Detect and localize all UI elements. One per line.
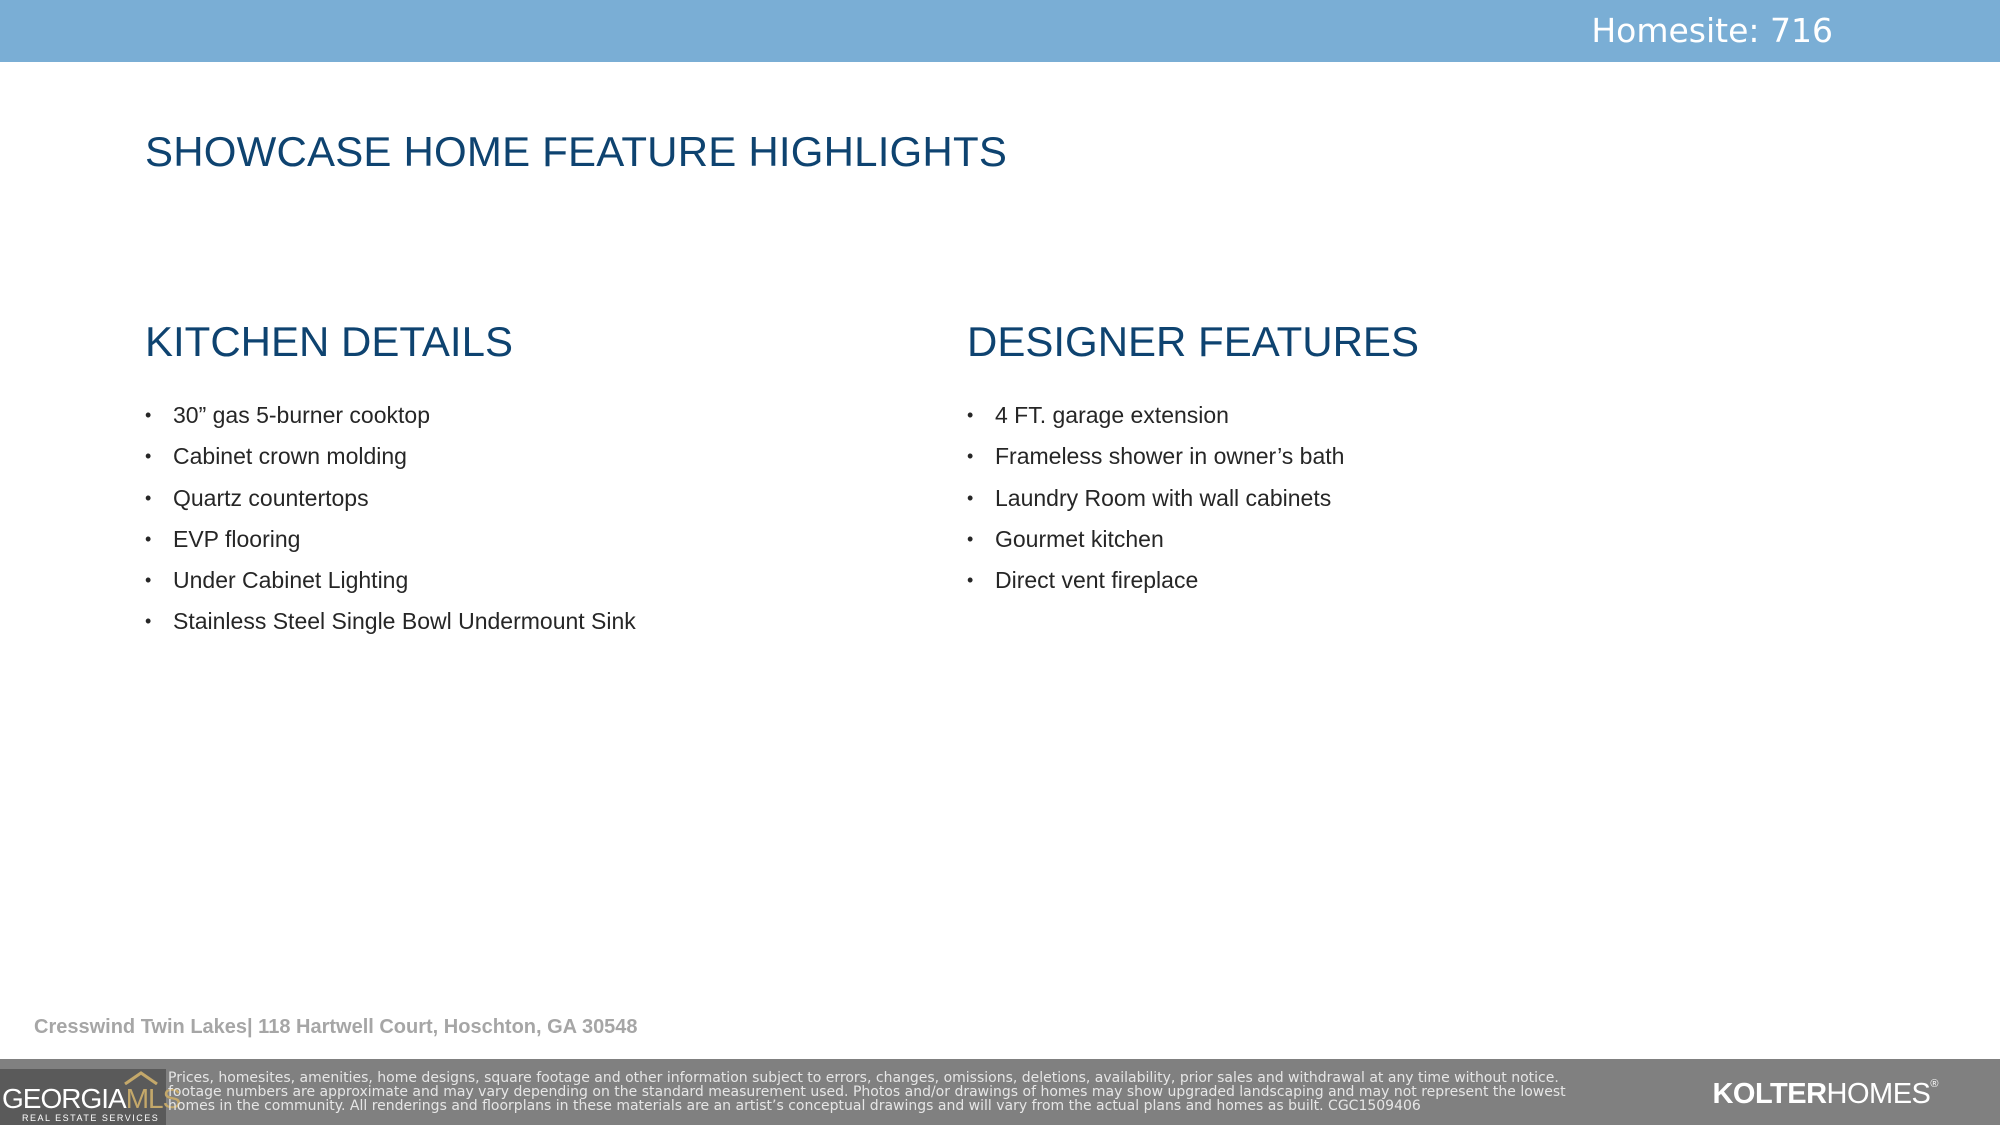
bullet-icon: • [967,487,974,508]
kitchen-details-list: • 30” gas 5-burner cooktop • Cabinet crown… [145,395,905,643]
kolter-homes-logo: KOLTERHOMES® [1712,1078,1938,1111]
bullet-icon: • [145,446,152,467]
bullet-icon: • [967,570,974,591]
bullet-icon: • [145,611,152,632]
kolter-homes-word-bold: KOLTER [1712,1078,1827,1110]
georgia-mls-wordmark: GEORGIAMLS [2,1083,181,1114]
community-address: Cresswind Twin Lakes| 118 Hartwell Court… [34,1016,638,1038]
list-item: • Laundry Room with wall cabinets [967,478,1727,519]
list-item: • Under Cabinet Lighting [145,560,905,601]
bullet-icon: • [145,528,152,549]
georgia-mls-logo: GEORGIAMLS REAL ESTATE SERVICES [0,1069,181,1125]
designer-features-heading: DESIGNER FEATURES [967,318,1419,365]
georgia-mls-tagline: REAL ESTATE SERVICES [22,1113,160,1123]
bullet-icon: • [145,570,152,591]
list-item-text: Laundry Room with wall cabinets [995,484,1332,511]
list-item-text: Direct vent fireplace [995,567,1199,594]
bullet-icon: • [145,487,152,508]
list-item-text: Quartz countertops [173,484,369,511]
list-item: • 4 FT. garage extension [967,395,1727,436]
footer-bar: GEORGIAMLS REAL ESTATE SERVICES Prices, … [0,1059,2000,1125]
bullet-icon: • [967,405,974,425]
list-item: • EVP flooring [145,519,905,560]
list-item: • Quartz countertops [145,478,905,519]
homesite-label: Homesite: 716 [1591,11,1833,50]
list-item: • Gourmet kitchen [967,519,1727,560]
disclaimer-line: Prices, homesites, amenities, home desig… [168,1071,1559,1085]
list-item-text: Cabinet crown molding [173,443,407,470]
page-title: SHOWCASE HOME FEATURE HIGHLIGHTS [145,128,1008,175]
top-banner: Homesite: 716 [0,0,2000,62]
designer-features-list: • 4 FT. garage extension • Frameless showe… [967,395,1727,601]
legal-disclaimer: Prices, homesites, amenities, home desig… [168,1071,1713,1113]
list-item: • Direct vent fireplace [967,560,1727,601]
registered-mark: ® [1930,1078,1938,1090]
list-item-text: Stainless Steel Single Bowl Undermount S… [173,608,636,635]
bullet-icon: • [145,405,152,425]
list-item-text: Under Cabinet Lighting [173,567,409,594]
bullet-icon: • [967,446,974,467]
list-item-text: EVP flooring [173,525,301,552]
list-item: • Cabinet crown molding [145,436,905,477]
list-item-text: Frameless shower in owner’s bath [995,443,1345,470]
list-item: • Stainless Steel Single Bowl Undermount … [145,601,905,642]
designer-features-section: DESIGNER FEATURES • 4 FT. garage extensio… [967,318,1727,601]
georgia-mls-word-main: GEORGIA [2,1083,127,1114]
list-item: • 30” gas 5-burner cooktop [145,395,905,436]
list-item-text: Gourmet kitchen [995,525,1164,552]
disclaimer-line: homes in the community. All renderings a… [168,1099,1421,1113]
bullet-icon: • [967,528,974,549]
kolter-homes-word-regular: HOMES [1826,1078,1931,1110]
list-item-text: 4 FT. garage extension [995,402,1229,428]
kitchen-details-section: KITCHEN DETAILS • 30” gas 5-burner cookto… [145,318,905,643]
list-item-text: 30” gas 5-burner cooktop [173,402,430,428]
disclaimer-line: footage numbers are approximate and may … [168,1085,1566,1099]
list-item: • Frameless shower in owner’s bath [967,436,1727,477]
kitchen-details-heading: KITCHEN DETAILS [145,318,513,365]
